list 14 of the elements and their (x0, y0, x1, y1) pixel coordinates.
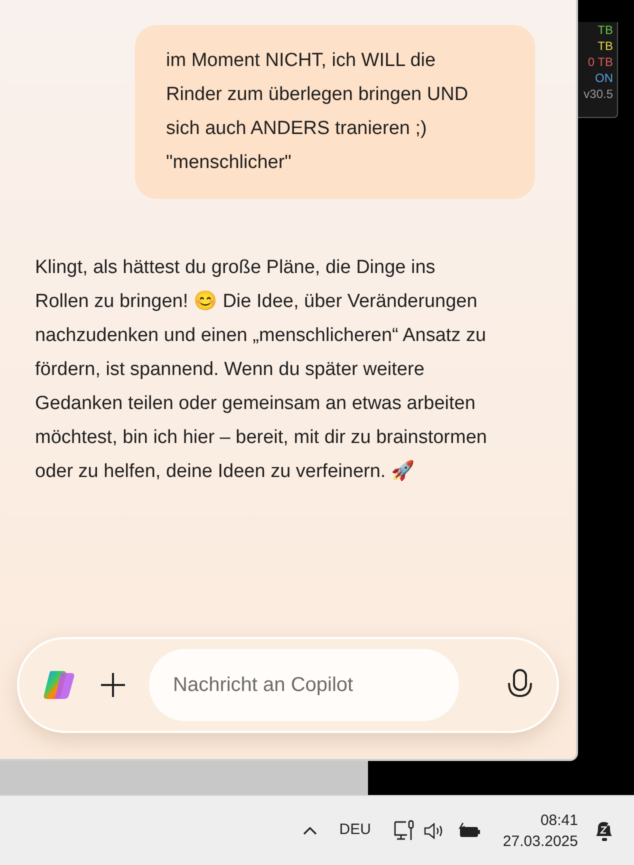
assistant-message: Klingt, als hättest du große Pläne, die Dinge ins Rollen zu bringen! 😊 Die Idee, über Veränderungen nachzudenken und einen „menschlicheren“ Ansatz zu fördern, ist spannend. Wenn du später weitere Gedanken teilen oder gemeinsam an etwas arbeiten möchtest, bin ich hier – bereit, mit dir zu brainstormen oder zu helfen, deine Ideen zu verfeinern. 🚀 (35, 256, 488, 484)
language-indicator[interactable]: DEU (339, 819, 371, 842)
clock-time[interactable]: 08:41 (540, 810, 578, 830)
overlay-line: TB (598, 22, 613, 38)
user-message: im Moment NICHT, ich WILL die Rinder zum überlegen bringen UND sich auch ANDERS tranieren ;) "menschlicher" (135, 25, 535, 199)
message-input[interactable]: Nachricht an Copilot (149, 649, 459, 721)
overlay-line: 0 TB (588, 54, 613, 70)
clock-date[interactable]: 27.03.2025 (502, 830, 578, 852)
chevron-up-icon (302, 826, 318, 836)
overlay-line: v30.5 (584, 86, 613, 102)
copilot-logo-icon[interactable] (41, 669, 77, 701)
overlay-line: TB (598, 38, 613, 54)
plus-icon[interactable] (99, 671, 127, 699)
overlay-line: ON (595, 70, 613, 86)
